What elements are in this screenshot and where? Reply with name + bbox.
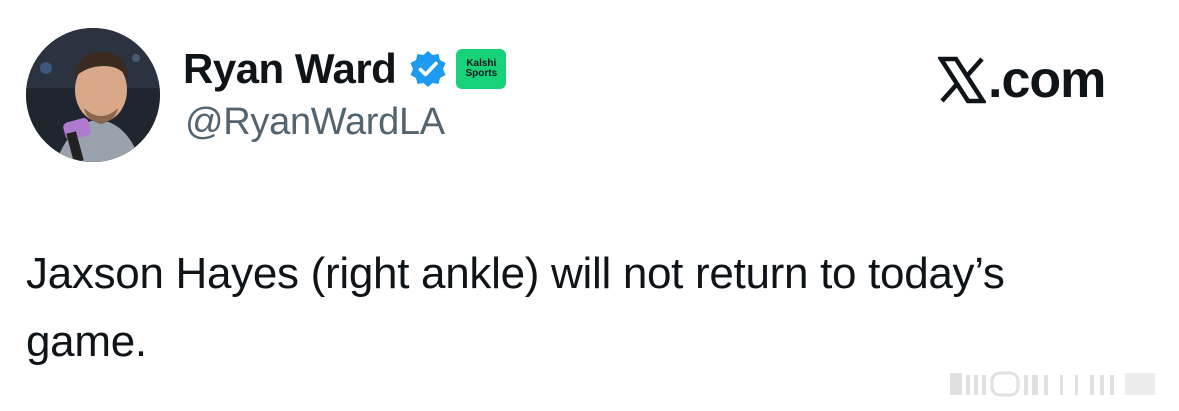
author-handle[interactable]: @RyanWardLA — [185, 101, 445, 144]
avatar-photo — [26, 28, 160, 162]
verified-badge-icon[interactable] — [408, 49, 448, 89]
x-logo-icon — [936, 56, 988, 104]
site-domain-suffix: .com — [988, 51, 1106, 109]
site-logo: .com — [936, 50, 1106, 110]
author-name-row: Ryan Ward Kalshi Sports — [183, 43, 507, 95]
author-display-name[interactable]: Ryan Ward — [183, 45, 397, 93]
watermark — [950, 367, 1165, 397]
affiliate-badge-line2: Sports — [465, 68, 498, 79]
tweet-card: Ryan Ward Kalshi Sports @RyanWardLA .com… — [0, 0, 1179, 411]
tweet-text: Jaxson Hayes (right ankle) will not retu… — [26, 249, 1005, 366]
avatar[interactable] — [26, 28, 160, 162]
affiliate-badge[interactable]: Kalshi Sports — [456, 49, 507, 89]
